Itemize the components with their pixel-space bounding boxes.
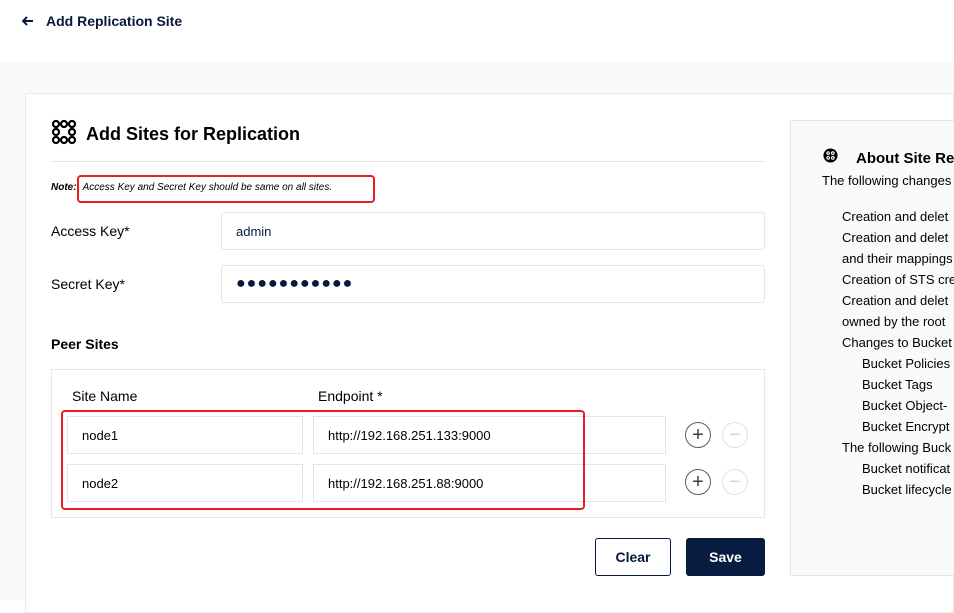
form-title-row: Add Sites for Replication (51, 119, 300, 150)
top-bar: Add Replication Site (0, 0, 954, 62)
save-button[interactable]: Save (686, 538, 765, 576)
access-key-input[interactable]: admin (221, 212, 765, 250)
help-list-item: Bucket Object- (862, 398, 948, 413)
help-list-item: and their mappings (842, 251, 953, 266)
help-list-item: Bucket notificat (862, 461, 951, 476)
help-list-item: Creation and delet (842, 230, 949, 245)
help-title-row: About Site Re (823, 148, 954, 168)
minus-circle-icon: − (722, 422, 748, 448)
help-list-item: Bucket Encrypt (862, 419, 950, 434)
help-list-item: Creation of STS cre (842, 272, 954, 287)
help-list-item: Bucket Policies (862, 356, 951, 371)
plus-circle-icon[interactable]: + (685, 422, 711, 448)
secret-key-label: Secret Key* (51, 276, 125, 292)
highlight-box-peers (61, 410, 585, 510)
plus-circle-icon[interactable]: + (685, 469, 711, 495)
replication-cluster-icon (823, 148, 838, 168)
back-link[interactable]: Add Replication Site (21, 13, 183, 29)
secret-key-value: ●●●●●●●●●●● (236, 275, 354, 292)
minus-circle-icon: − (722, 469, 748, 495)
peer-sites-title: Peer Sites (51, 336, 119, 352)
access-key-value: admin (236, 223, 272, 239)
replication-cluster-icon (51, 119, 77, 150)
help-list-item: Creation and delet (842, 293, 949, 308)
divider (51, 161, 766, 162)
access-key-label: Access Key* (51, 223, 130, 239)
form-title: Add Sites for Replication (86, 124, 301, 144)
help-list-item: Creation and delet (842, 209, 949, 224)
help-list: Creation and delet Creation and delet and … (842, 207, 954, 501)
highlight-box-note (77, 175, 375, 203)
help-panel: About Site Re The following changes Crea… (790, 120, 954, 576)
help-list-item: owned by the root (842, 314, 946, 329)
help-list-item: Bucket Tags (862, 377, 933, 392)
clear-button[interactable]: Clear (595, 538, 671, 576)
help-intro: The following changes (822, 173, 952, 188)
note-label: Note: (51, 182, 77, 193)
endpoint-column-header: Endpoint * (318, 388, 383, 404)
site-name-column-header: Site Name (72, 388, 138, 404)
help-list-item: Bucket lifecycle (862, 482, 952, 497)
help-title: About Site Re (856, 149, 954, 167)
help-list-item: Changes to Bucket (842, 335, 952, 350)
help-list-item: The following Buck (842, 440, 952, 455)
arrow-left-icon[interactable] (21, 13, 36, 29)
secret-key-input[interactable]: ●●●●●●●●●●● (221, 265, 765, 303)
page-title: Add Replication Site (46, 13, 183, 29)
